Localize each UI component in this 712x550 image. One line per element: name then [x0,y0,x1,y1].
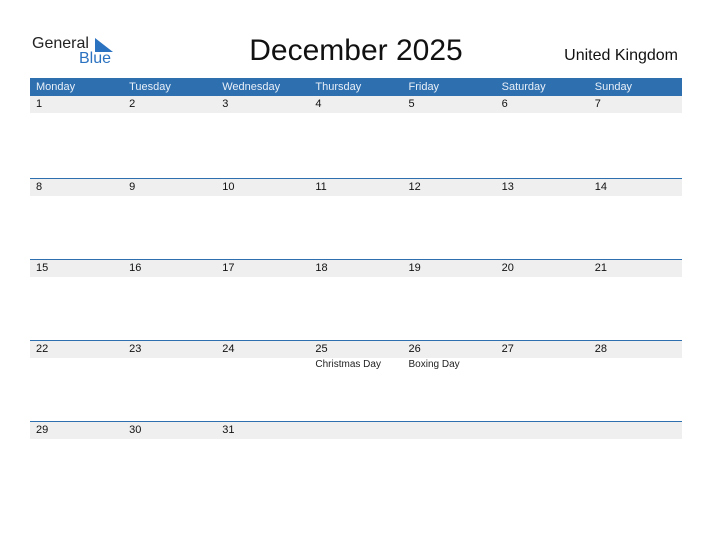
day-number [309,422,402,439]
week-row: 15 16 17 18 19 20 21 [30,259,682,340]
day-number: 24 [222,343,235,355]
holiday-label [30,358,123,372]
weekday-header: Monday Tuesday Wednesday Thursday Friday… [30,78,682,96]
weekday-sunday: Sunday [594,81,633,93]
day-number: 25 [315,343,328,355]
day-number: 1 [36,98,43,110]
weekday-wednesday: Wednesday [222,81,281,93]
date-band: 8 9 10 11 12 13 14 [30,179,682,196]
weekday-tuesday: Tuesday [129,81,171,93]
day-number: 9 [129,181,136,193]
day-number: 20 [501,262,514,274]
day-number: 2 [129,98,136,110]
day-number: 28 [594,343,607,355]
day-number: 10 [222,181,235,193]
holiday-label: Christmas Day [315,359,381,370]
day-number [496,422,589,439]
holiday-label [216,358,309,372]
day-number: 18 [315,262,328,274]
day-number: 14 [594,181,607,193]
day-number: 15 [36,262,49,274]
calendar-grid: Monday Tuesday Wednesday Thursday Friday… [30,78,682,502]
day-number: 8 [36,181,43,193]
day-number: 17 [222,262,235,274]
weekday-saturday: Saturday [501,81,546,93]
holiday-label [589,358,682,372]
holiday-row: Christmas Day Boxing Day [30,358,682,372]
day-number: 11 [315,181,327,193]
day-number: 30 [129,424,142,436]
date-band: 29 30 31 [30,422,682,439]
day-number: 23 [129,343,142,355]
day-number: 19 [408,262,421,274]
holiday-label [123,358,216,372]
day-number: 3 [222,98,229,110]
holiday-label [496,358,589,372]
day-number [403,422,496,439]
date-band: 1 2 3 4 5 6 7 [30,96,682,113]
day-number [589,422,682,439]
weekday-friday: Friday [408,81,440,93]
day-number: 4 [315,98,322,110]
day-number: 27 [501,343,514,355]
week-row: 8 9 10 11 12 13 14 [30,178,682,259]
weekday-monday: Monday [36,81,76,93]
day-number: 21 [594,262,607,274]
week-row: 29 30 31 [30,421,682,502]
holiday-label: Boxing Day [408,359,460,370]
day-number: 7 [594,98,601,110]
day-number: 5 [408,98,415,110]
day-number: 13 [501,181,514,193]
date-band: 15 16 17 18 19 20 21 [30,260,682,277]
day-number: 29 [36,424,49,436]
weekday-thursday: Thursday [315,81,362,93]
week-row: 22 23 24 25 26 27 28 Christmas Day Boxing Day [30,340,682,421]
day-number: 6 [501,98,508,110]
day-number: 26 [408,343,421,355]
date-band: 22 23 24 25 26 27 28 [30,341,682,358]
day-number: 31 [222,424,235,436]
day-number: 12 [408,181,421,193]
week-row: 1 2 3 4 5 6 7 [30,96,682,178]
country-label: United Kingdom [564,47,678,64]
day-number: 16 [129,262,142,274]
day-number: 22 [36,343,49,355]
